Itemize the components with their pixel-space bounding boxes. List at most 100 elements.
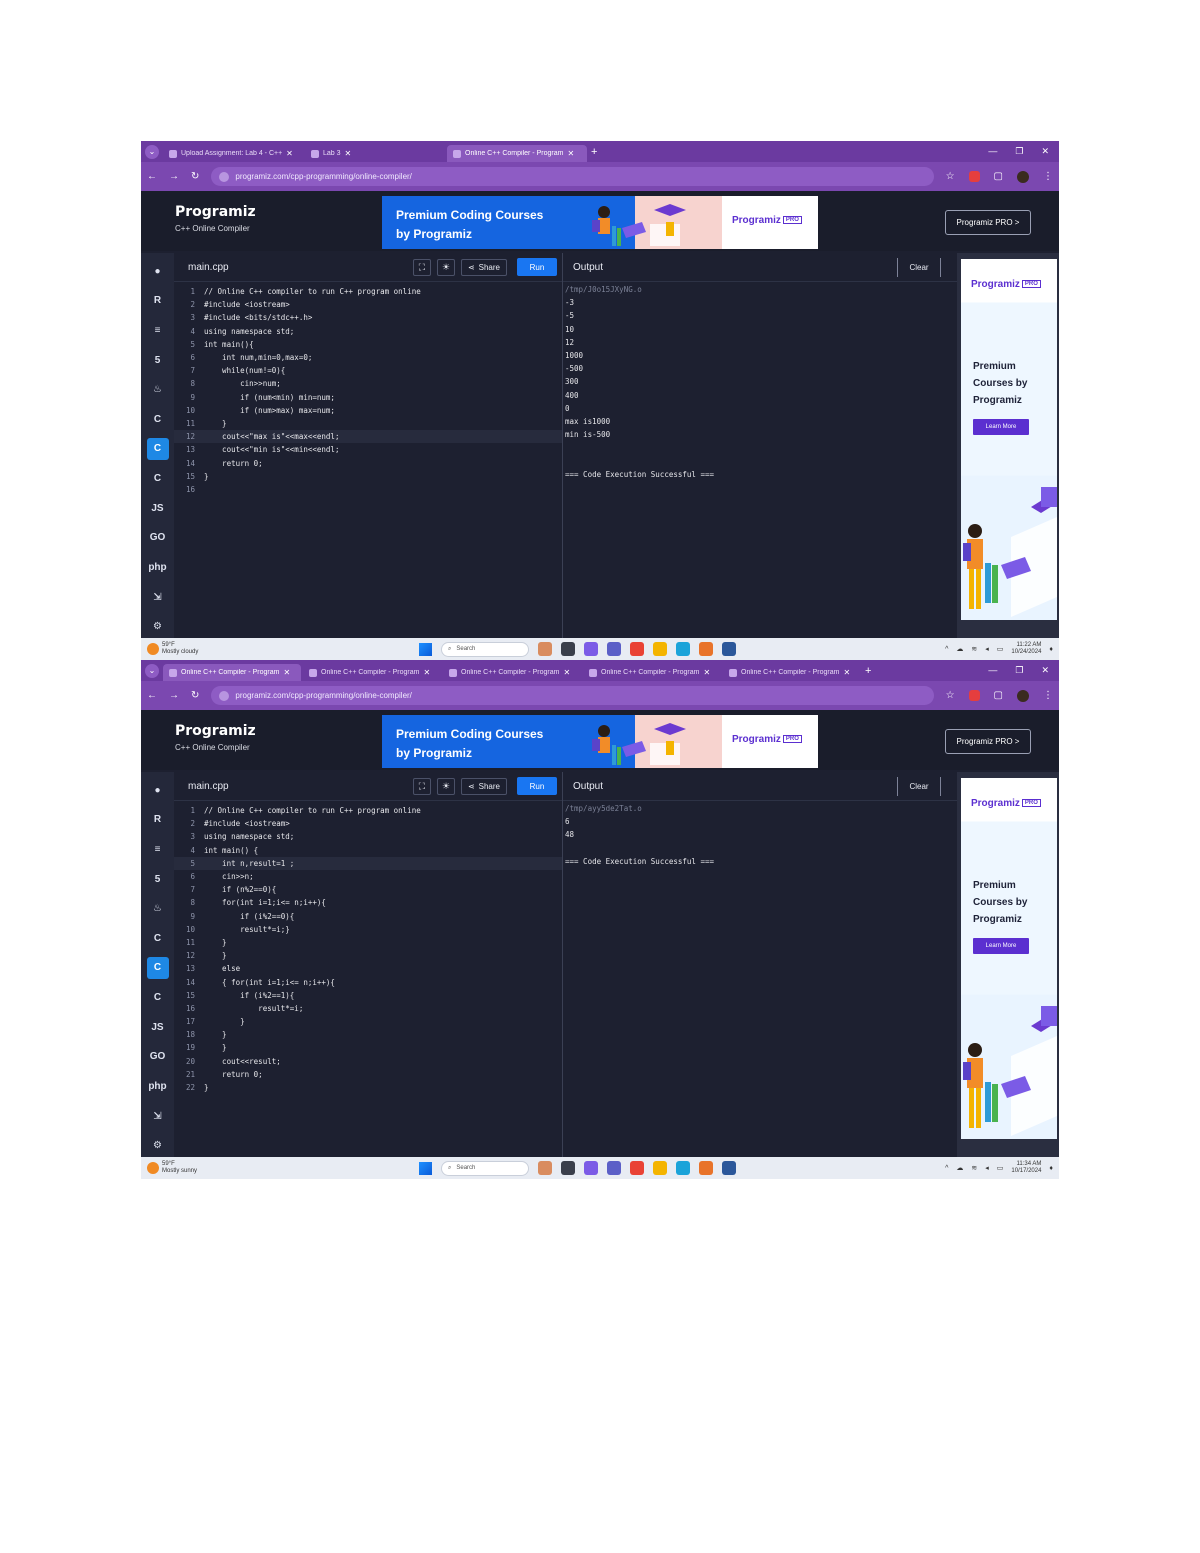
extension-icon[interactable] [968,171,980,182]
tab-close-icon[interactable]: ✕ [423,668,430,677]
browser-tab[interactable]: Online C++ Compiler - Program ✕ [447,145,587,162]
c-icon[interactable]: C [147,408,169,431]
share-button[interactable]: ⋖ Share [460,777,507,795]
fullscreen-icon[interactable]: ⛶ [412,258,431,276]
new-tab-icon[interactable]: + [591,146,597,158]
battery-icon[interactable]: ▭ [997,645,1004,653]
file-explorer-icon[interactable] [653,642,667,656]
python-icon[interactable]: ● [147,260,169,283]
share-button[interactable]: ⋖ Share [460,258,507,276]
minimize-icon[interactable]: — [988,146,997,157]
wifi-icon[interactable]: ≋ [971,645,977,653]
sql-icon[interactable]: ≡ [147,838,169,861]
new-tab-icon[interactable]: + [865,665,871,677]
side-panel-icon[interactable]: ▢ [994,690,1003,701]
run-button[interactable]: Run [517,258,557,276]
rust-icon[interactable]: ⚙ [147,615,169,638]
profile-avatar[interactable] [1017,689,1029,702]
clock[interactable]: 11:34 AM 10/17/2024 [1011,1161,1041,1175]
tab-search-icon[interactable]: ⌄ [145,144,159,159]
tab-close-icon[interactable]: ✕ [345,149,352,158]
browser-tab[interactable]: Lab 3 ✕ [305,145,445,162]
copilot-icon[interactable] [584,1161,598,1175]
tab-close-icon[interactable]: ✕ [703,668,710,677]
url-field[interactable]: programiz.com/cpp-programming/online-com… [211,167,934,186]
weather-widget[interactable]: 59°F Mostly sunny [147,1161,357,1175]
bookmark-star-icon[interactable]: ☆ [946,690,955,701]
tray-chevron-icon[interactable]: ^ [945,646,948,653]
volume-icon[interactable]: ◂ [985,1164,989,1172]
clock[interactable]: 11:22 AM 10/24/2024 [1011,642,1041,656]
python-icon[interactable]: ● [147,779,169,802]
wifi-icon[interactable]: ≋ [971,1164,977,1172]
r-icon[interactable]: R [147,809,169,832]
word-icon[interactable] [722,642,736,656]
edge-icon[interactable] [676,1161,690,1175]
swift-icon[interactable]: ⇲ [147,1105,169,1128]
tab-close-icon[interactable]: ✕ [286,149,293,158]
chrome-icon[interactable] [630,642,644,656]
file-explorer-icon[interactable] [653,1161,667,1175]
forward-icon[interactable]: → [169,171,179,182]
programiz-logo[interactable]: Programiz [175,204,256,220]
battery-icon[interactable]: ▭ [997,1164,1004,1172]
sql-icon[interactable]: ≡ [147,319,169,342]
html-icon[interactable]: 5 [147,868,169,891]
reload-icon[interactable]: ↻ [191,690,199,701]
edge-icon[interactable] [676,642,690,656]
side-panel-icon[interactable]: ▢ [994,171,1003,182]
browser-menu-icon[interactable]: ⋮ [1043,171,1053,182]
widgets-icon[interactable] [538,642,552,656]
maximize-icon[interactable]: ❐ [1015,146,1023,157]
teams-icon[interactable] [607,642,621,656]
taskbar-search[interactable]: ⌕ Search [441,641,529,657]
cpp-icon[interactable]: C [146,437,169,461]
programiz-pro-button[interactable]: Programiz PRO > [945,729,1031,754]
taskbar-search[interactable]: ⌕ Search [441,1160,529,1176]
csharp-icon[interactable]: C [147,467,169,490]
task-view-icon[interactable] [561,642,575,656]
r-icon[interactable]: R [147,290,169,313]
go-icon[interactable]: GO [147,1045,169,1068]
promo-banner[interactable]: Premium Coding Courses by Programiz Prog… [382,715,818,768]
code-area[interactable]: 1 // Online C++ compiler to run C++ progr… [174,282,562,496]
widgets-icon[interactable] [538,1161,552,1175]
word-icon[interactable] [722,1161,736,1175]
learn-more-button[interactable]: Learn More [973,938,1029,954]
onedrive-icon[interactable]: ☁ [956,1164,963,1172]
js-icon[interactable]: JS [147,497,169,520]
site-info-icon[interactable] [219,690,230,701]
notification-bell-icon[interactable]: ♦ [1049,646,1053,653]
theme-toggle-icon[interactable]: ☀ [436,777,455,795]
weather-widget[interactable]: 59°F Mostly cloudy [147,642,357,656]
close-window-icon[interactable]: ✕ [1041,146,1049,157]
chrome-icon[interactable] [630,1161,644,1175]
java-icon[interactable]: ♨ [147,897,169,920]
side-ad[interactable]: Programiz PRO Premium Courses by Programi… [961,259,1057,620]
file-tab-main-cpp[interactable]: main.cpp [188,256,229,279]
copilot-icon[interactable] [584,642,598,656]
promo-banner[interactable]: Premium Coding Courses by Programiz Prog… [382,196,818,249]
forward-icon[interactable]: → [169,690,179,701]
theme-toggle-icon[interactable]: ☀ [436,258,455,276]
close-window-icon[interactable]: ✕ [1041,665,1049,676]
tab-close-icon[interactable]: ✕ [563,668,570,677]
file-tab-main-cpp[interactable]: main.cpp [188,775,229,798]
browser-tab[interactable]: Upload Assignment: Lab 4 - C++ ✕ [163,145,303,162]
php-icon[interactable]: php [147,1075,169,1098]
csharp-icon[interactable]: C [147,986,169,1009]
tray-chevron-icon[interactable]: ^ [945,1165,948,1172]
browser-tab[interactable]: Online C++ Compiler - Program ✕ [443,664,581,681]
tab-close-icon[interactable]: ✕ [843,668,850,677]
programiz-logo[interactable]: Programiz [175,723,256,739]
learn-more-button[interactable]: Learn More [973,419,1029,435]
notification-bell-icon[interactable]: ♦ [1049,1165,1053,1172]
js-icon[interactable]: JS [147,1016,169,1039]
teams-icon[interactable] [607,1161,621,1175]
bookmark-star-icon[interactable]: ☆ [946,171,955,182]
html-icon[interactable]: 5 [147,349,169,372]
xampp-icon[interactable] [699,642,713,656]
side-ad[interactable]: Programiz PRO Premium Courses by Programi… [961,778,1057,1139]
tab-close-icon[interactable]: ✕ [567,149,574,158]
profile-avatar[interactable] [1017,170,1029,183]
